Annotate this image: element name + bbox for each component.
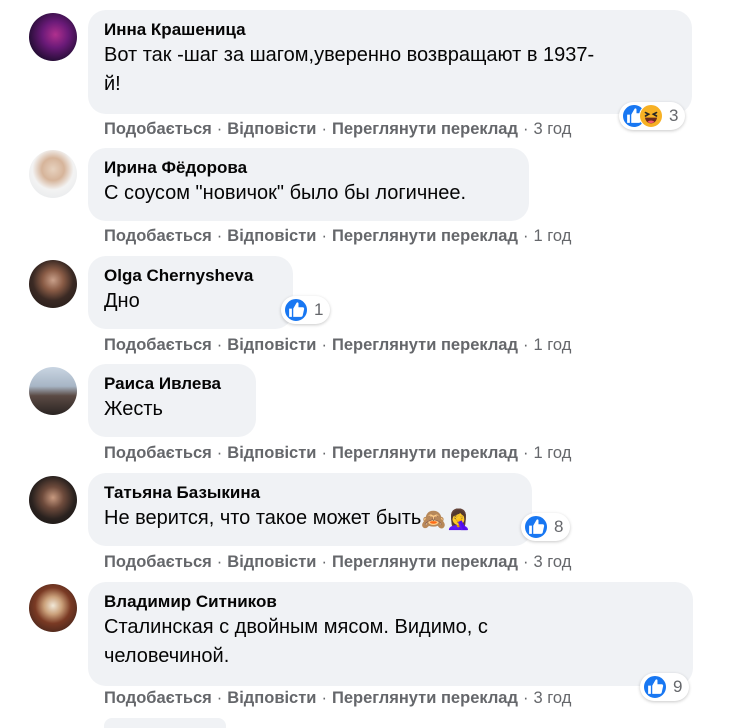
comment-author[interactable]: Ирина Фёдорова	[104, 157, 513, 178]
comment-actions: Подобається · Відповісти · Переглянути перек…	[104, 443, 571, 463]
comment-text: Жесть	[104, 398, 163, 420]
avatar[interactable]	[29, 260, 77, 308]
reaction-summary[interactable]: 8	[521, 513, 571, 541]
reply-button[interactable]: Відповісти	[227, 553, 316, 571]
next-comment-bubble	[104, 718, 226, 728]
see-translation-button[interactable]: Переглянути переклад	[332, 689, 518, 707]
reaction-summary[interactable]: 3	[619, 102, 686, 130]
like-button[interactable]: Подобається	[104, 444, 212, 462]
comment-bubble: Olga Chernysheva Дно	[88, 256, 293, 329]
comment-text: Дно	[104, 290, 140, 312]
comment-author[interactable]: Татьяна Базыкина	[104, 482, 516, 503]
like-button[interactable]: Подобається	[104, 553, 212, 571]
comment-bubble: Владимир Ситников Сталинская с двойным м…	[88, 582, 693, 686]
avatar[interactable]	[29, 150, 77, 198]
comment-text: Вот так -шаг за шагом,уверенно возвращаю…	[104, 44, 595, 95]
reply-button[interactable]: Відповісти	[227, 120, 316, 138]
comment-author[interactable]: Раиса Ивлева	[104, 373, 240, 394]
comment-actions: Подобається · Відповісти · Переглянути перек…	[104, 552, 571, 572]
separator: ·	[216, 689, 223, 707]
reaction-count: 3	[669, 106, 679, 125]
comment-timestamp[interactable]: 1 год	[533, 444, 571, 462]
reaction-summary[interactable]: 1	[281, 296, 331, 324]
emoji: 🙈🤦‍♀️	[421, 509, 472, 531]
separator: ·	[522, 227, 529, 245]
comment-timestamp[interactable]: 3 год	[533, 120, 571, 138]
comment-actions: Подобається · Відповісти · Переглянути перек…	[104, 226, 571, 246]
comment-timestamp[interactable]: 3 год	[533, 689, 571, 707]
separator: ·	[522, 553, 529, 571]
avatar[interactable]	[29, 584, 77, 632]
separator: ·	[216, 227, 223, 245]
avatar[interactable]	[29, 476, 77, 524]
comment-text: Не верится, что такое может быть🙈🤦‍♀️	[104, 504, 516, 535]
separator: ·	[522, 120, 529, 138]
reaction-count: 8	[554, 517, 564, 536]
reply-button[interactable]: Відповісти	[227, 689, 316, 707]
separator: ·	[522, 689, 529, 707]
like-button[interactable]: Подобається	[104, 689, 212, 707]
like-icon	[524, 515, 548, 539]
reply-button[interactable]: Відповісти	[227, 444, 316, 462]
separator: ·	[321, 120, 327, 138]
comment-actions: Подобається · Відповісти · Переглянути перек…	[104, 119, 571, 139]
comment-author[interactable]: Инна Крашеница	[104, 19, 676, 40]
separator: ·	[321, 336, 327, 354]
comment-bubble: Ирина Фёдорова С соусом "новичок" было б…	[88, 148, 529, 221]
separator: ·	[216, 553, 223, 571]
comment-bubble: Татьяна Базыкина Не верится, что такое м…	[88, 473, 532, 546]
separator: ·	[522, 444, 529, 462]
like-icon	[643, 675, 667, 699]
separator: ·	[321, 689, 327, 707]
comment-text-body: Не верится, что такое может быть	[104, 507, 422, 529]
comment-text: Сталинская с двойным мясом. Видимо, с че…	[104, 616, 488, 667]
avatar[interactable]	[29, 13, 77, 61]
like-button[interactable]: Подобається	[104, 120, 212, 138]
see-translation-button[interactable]: Переглянути переклад	[332, 120, 518, 138]
reply-button[interactable]: Відповісти	[227, 336, 316, 354]
see-translation-button[interactable]: Переглянути переклад	[332, 444, 518, 462]
reaction-summary[interactable]: 9	[640, 673, 690, 701]
see-translation-button[interactable]: Переглянути переклад	[332, 336, 518, 354]
comment-timestamp[interactable]: 3 год	[533, 553, 571, 571]
separator: ·	[216, 336, 223, 354]
reaction-count: 9	[673, 677, 683, 696]
comment-actions: Подобається · Відповісти · Переглянути перек…	[104, 335, 571, 355]
haha-icon	[639, 104, 663, 128]
avatar[interactable]	[29, 367, 77, 415]
comment-timestamp[interactable]: 1 год	[533, 336, 571, 354]
comment-actions: Подобається · Відповісти · Переглянути перек…	[104, 688, 571, 708]
separator: ·	[216, 120, 223, 138]
see-translation-button[interactable]: Переглянути переклад	[332, 553, 518, 571]
comment-author[interactable]: Olga Chernysheva	[104, 265, 277, 286]
separator: ·	[321, 553, 327, 571]
comment-bubble: Инна Крашеница Вот так -шаг за шагом,уве…	[88, 10, 692, 114]
comment-timestamp[interactable]: 1 год	[533, 227, 571, 245]
see-translation-button[interactable]: Переглянути переклад	[332, 227, 518, 245]
reply-button[interactable]: Відповісти	[227, 227, 316, 245]
separator: ·	[321, 444, 327, 462]
like-button[interactable]: Подобається	[104, 336, 212, 354]
like-button[interactable]: Подобається	[104, 227, 212, 245]
comment-text: С соусом "новичок" было бы логичнее.	[104, 182, 467, 204]
separator: ·	[321, 227, 327, 245]
separator: ·	[216, 444, 223, 462]
reaction-count: 1	[314, 300, 324, 319]
like-icon	[284, 298, 308, 322]
comment-author[interactable]: Владимир Ситников	[104, 591, 677, 612]
comment-bubble: Раиса Ивлева Жесть	[88, 364, 256, 437]
separator: ·	[522, 336, 529, 354]
